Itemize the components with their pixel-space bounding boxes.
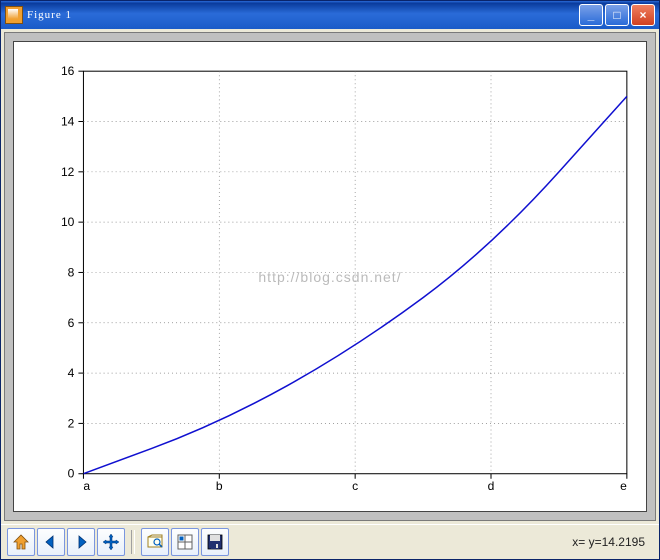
maximize-icon: □ [613,8,620,22]
pan-icon [102,533,120,551]
app-icon [5,6,23,24]
svg-text:12: 12 [61,165,75,179]
svg-text:10: 10 [61,215,75,229]
home-icon [12,533,30,551]
toolbar-separator [131,530,135,554]
pan-button[interactable] [97,528,125,556]
window-buttons: _ □ × [579,4,655,26]
window-title: Figure 1 [27,9,579,21]
svg-text:0: 0 [68,467,75,481]
svg-text:4: 4 [68,366,75,380]
canvas-area[interactable]: 0246810121416abcde http://blog.csdn.net/ [4,32,656,521]
svg-text:14: 14 [61,115,75,129]
close-icon: × [639,8,646,22]
client-area: 0246810121416abcde http://blog.csdn.net/ [1,29,659,559]
save-button[interactable] [201,528,229,556]
zoom-icon [146,533,164,551]
svg-text:2: 2 [68,416,75,430]
plot-svg: 0 2 4 6 8 10 12 14 16 a b c d e [13,41,647,522]
status-text: x= y=14.2195 [572,535,653,549]
zoom-button[interactable] [141,528,169,556]
svg-text:d: d [488,479,495,493]
save-icon [206,533,224,551]
back-button[interactable] [37,528,65,556]
minimize-button[interactable]: _ [579,4,603,26]
subplots-button[interactable] [171,528,199,556]
subplots-icon [176,533,194,551]
forward-icon [72,533,90,551]
svg-text:b: b [216,479,223,493]
svg-text:8: 8 [68,265,75,279]
maximize-button[interactable]: □ [605,4,629,26]
forward-button[interactable] [67,528,95,556]
minimize-icon: _ [588,8,595,22]
svg-text:a: a [83,479,90,493]
svg-text:e: e [620,479,627,493]
figure-window: Figure 1 _ □ × 0246810121416abcde http:/… [0,0,660,560]
svg-text:16: 16 [61,64,75,78]
toolbar: x= y=14.2195 [1,524,659,559]
home-button[interactable] [7,528,35,556]
svg-text:6: 6 [68,316,75,330]
svg-text:c: c [352,479,358,493]
titlebar[interactable]: Figure 1 _ □ × [1,1,659,29]
close-button[interactable]: × [631,4,655,26]
back-icon [42,533,60,551]
